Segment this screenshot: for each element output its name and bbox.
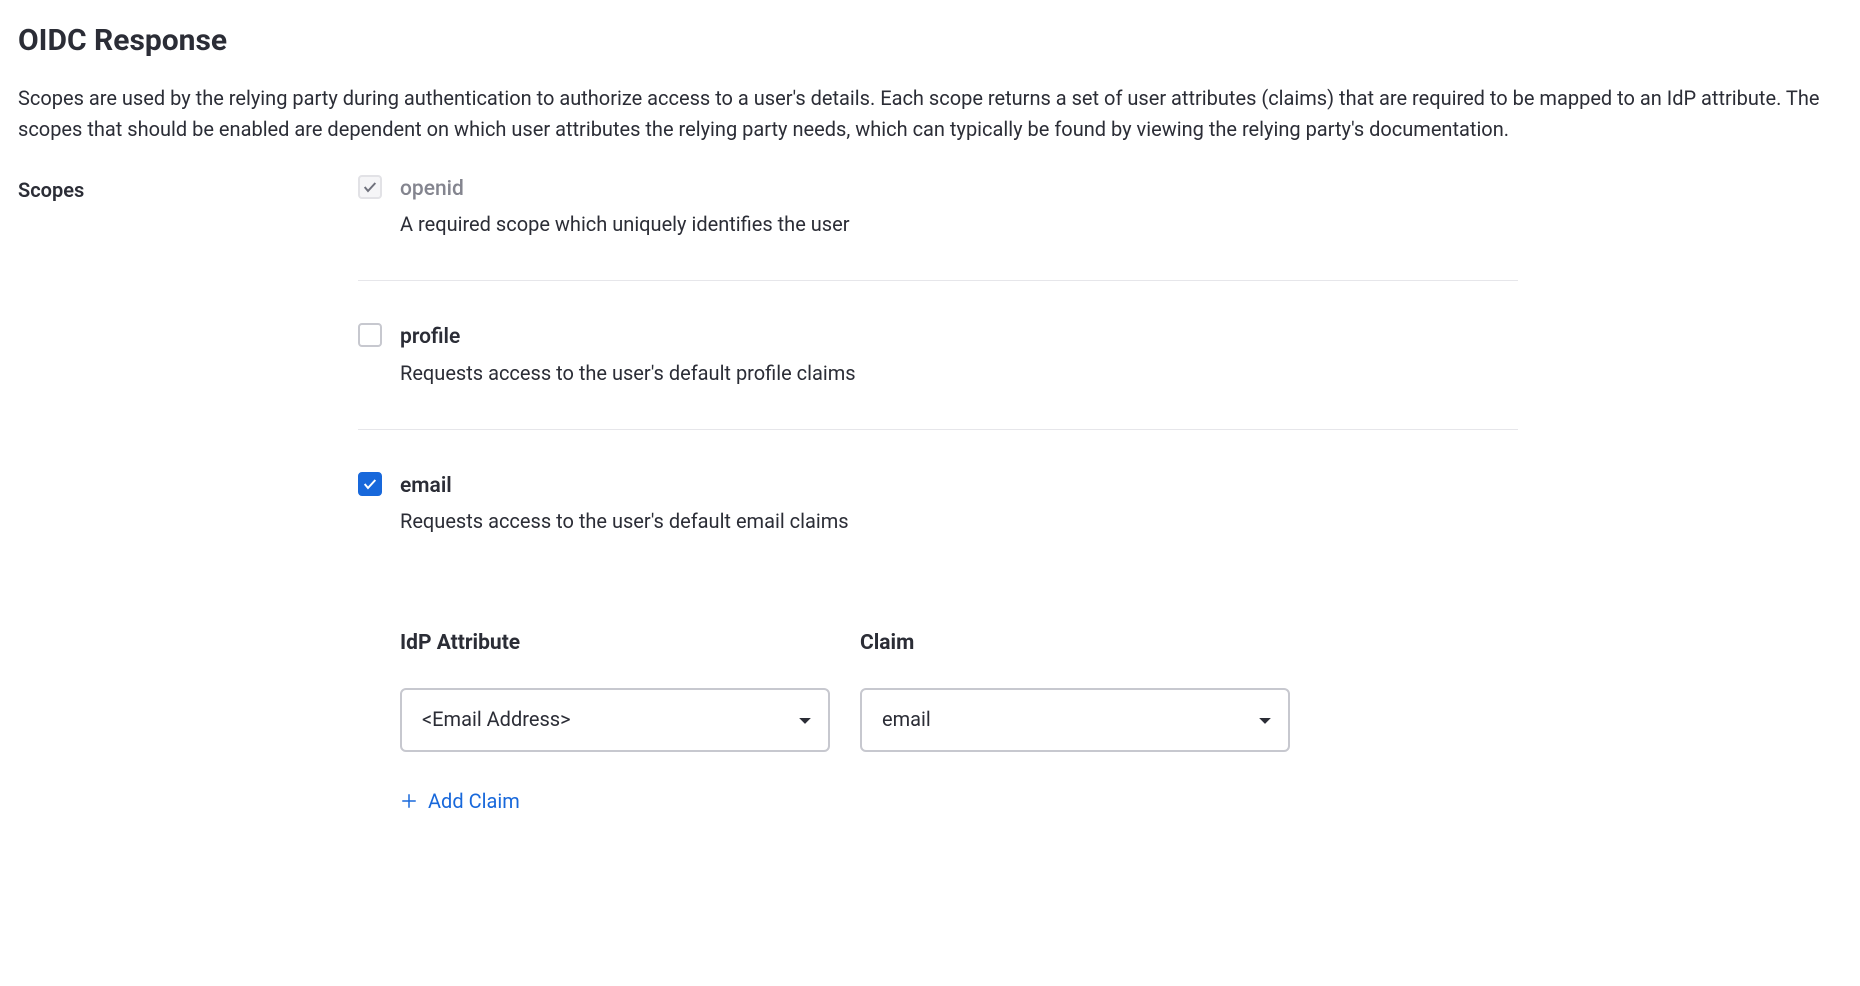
idp-attribute-select[interactable]: <Email Address> bbox=[400, 688, 830, 752]
checkbox-profile[interactable] bbox=[358, 323, 382, 347]
scope-name-openid: openid bbox=[400, 173, 1518, 206]
scope-item-email: email Requests access to the user's defa… bbox=[358, 470, 1518, 820]
idp-attribute-value: <Email Address> bbox=[422, 704, 571, 735]
add-claim-label: Add Claim bbox=[428, 786, 520, 817]
scope-name-email: email bbox=[400, 470, 1518, 503]
scope-desc-profile: Requests access to the user's default pr… bbox=[400, 361, 856, 385]
claims-row: <Email Address> email bbox=[400, 688, 1518, 752]
scope-item-profile: profile Requests access to the user's de… bbox=[358, 321, 1518, 430]
scope-name-profile: profile bbox=[400, 321, 1518, 354]
plus-icon bbox=[400, 792, 418, 810]
check-icon bbox=[362, 327, 378, 343]
section-description: Scopes are used by the relying party dur… bbox=[18, 83, 1842, 145]
add-claim-button[interactable]: Add Claim bbox=[400, 786, 520, 817]
claim-value: email bbox=[882, 704, 931, 735]
check-icon bbox=[362, 476, 378, 492]
section-title: OIDC Response bbox=[18, 18, 1842, 65]
scope-desc-openid: A required scope which uniquely identifi… bbox=[400, 212, 850, 236]
claim-header: Claim bbox=[860, 627, 1290, 660]
scope-desc-email: Requests access to the user's default em… bbox=[400, 509, 849, 533]
checkbox-email[interactable] bbox=[358, 472, 382, 496]
scope-item-openid: openid A required scope which uniquely i… bbox=[358, 173, 1518, 282]
idp-attribute-header: IdP Attribute bbox=[400, 627, 830, 660]
claims-section: IdP Attribute Claim <Email Address> bbox=[400, 627, 1518, 819]
scopes-label: Scopes bbox=[18, 173, 358, 206]
claim-select[interactable]: email bbox=[860, 688, 1290, 752]
checkbox-openid bbox=[358, 175, 382, 199]
check-icon bbox=[362, 179, 378, 195]
